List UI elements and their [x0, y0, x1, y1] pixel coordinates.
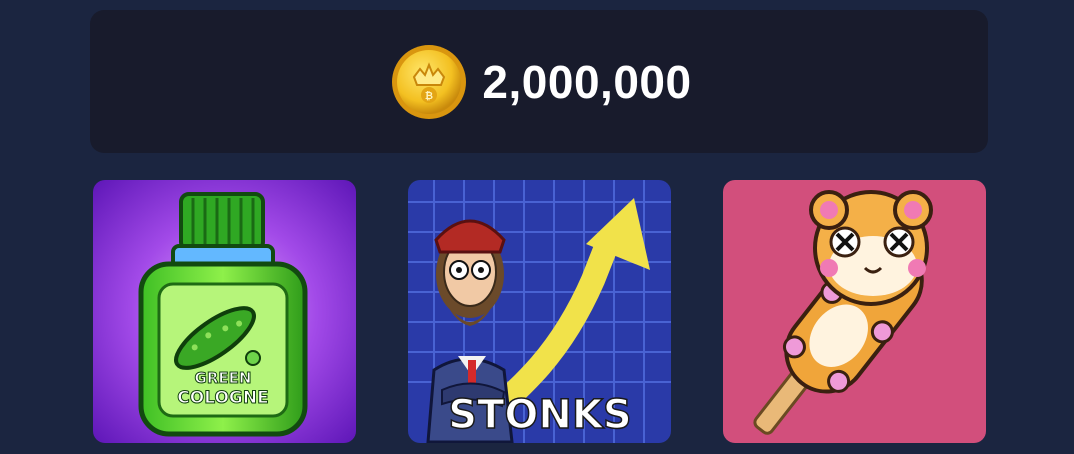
- card-stonks[interactable]: STONKS: [408, 180, 671, 443]
- stonks-image: STONKS: [408, 180, 671, 443]
- balance-amount: 2,000,000: [482, 55, 692, 108]
- balance-panel: ₿ 2,000,000: [90, 10, 988, 153]
- coin-icon: ₿: [392, 44, 467, 119]
- card-green-cologne[interactable]: GREEN COLOGNE: [93, 180, 356, 443]
- card-hamster-popsicle[interactable]: [723, 180, 986, 443]
- stonks-text: STONKS: [448, 392, 631, 438]
- balance-display: ₿ 2,000,000: [390, 43, 691, 121]
- green-text: GREEN: [195, 369, 252, 387]
- cologne-text: COLOGNE: [177, 388, 268, 408]
- green-cologne-image: GREEN COLOGNE: [93, 180, 356, 443]
- hamster-popsicle-image: [723, 180, 986, 443]
- svg-text:₿: ₿: [425, 90, 433, 102]
